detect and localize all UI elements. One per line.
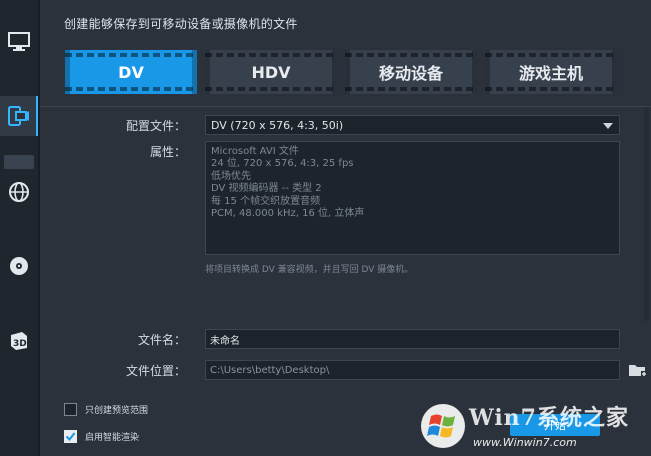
property-line: 低场优先 bbox=[211, 170, 251, 182]
option-label: 启用智能渲染 bbox=[85, 433, 140, 443]
property-line: DV 视频编码器 -- 类型 2 bbox=[211, 183, 322, 195]
rail-item-device[interactable] bbox=[0, 96, 38, 136]
settings-area: 配置文件： DV (720 x 576, 4:3, 50i) 属性： Micro… bbox=[40, 106, 651, 321]
tab-label: DV bbox=[118, 62, 144, 82]
property-line: 24 位, 720 x 576, 4:3, 25 fps bbox=[211, 158, 354, 170]
profile-select[interactable]: DV (720 x 576, 4:3, 50i) bbox=[205, 115, 620, 135]
profile-description: 将项目转换成 DV 兼容视频，并且写回 DV 摄像机。 bbox=[205, 265, 414, 275]
tab-label: 移动设备 bbox=[378, 64, 443, 83]
watermark: Win7系统之家 www.Winwin7.com bbox=[417, 396, 651, 456]
property-line: 每 15 个帧交织放置音频 bbox=[211, 195, 321, 207]
film-strip bbox=[205, 87, 337, 91]
rail-item-web[interactable] bbox=[0, 172, 38, 212]
profile-label: 配置文件： bbox=[125, 119, 186, 133]
checkbox-smart-render[interactable] bbox=[64, 430, 77, 443]
file-name-input[interactable]: 未命名 bbox=[205, 329, 620, 349]
film-edge bbox=[345, 50, 350, 94]
disc-icon bbox=[10, 257, 28, 275]
property-line: PCM, 48.000 kHz, 16 位, 立体声 bbox=[211, 208, 365, 220]
profile-select-value: DV (720 x 576, 4:3, 50i) bbox=[211, 118, 344, 132]
computer-icon bbox=[8, 32, 30, 51]
tab-mobile-device[interactable]: 移动设备 bbox=[345, 50, 477, 94]
option-preview-range[interactable]: 只创建预览范围 bbox=[64, 403, 148, 416]
file-location-input[interactable]: C:\Users\betty\Desktop\ bbox=[205, 360, 620, 380]
3d-icon: 3D bbox=[11, 332, 27, 350]
properties-label: 属性： bbox=[149, 145, 186, 159]
film-edge bbox=[485, 50, 490, 94]
chevron-down-icon bbox=[603, 123, 613, 129]
film-strip bbox=[485, 87, 617, 91]
globe-icon bbox=[9, 182, 29, 202]
film-strip bbox=[205, 53, 337, 57]
rail-item-disc[interactable] bbox=[0, 246, 38, 286]
file-location-label: 文件位置： bbox=[125, 364, 186, 378]
tab-label: HDV bbox=[251, 62, 291, 82]
format-tabs: DV HDV 移动设备 游戏主机 bbox=[65, 50, 617, 94]
option-smart-render[interactable]: 启用智能渲染 bbox=[64, 430, 139, 443]
property-line: Microsoft AVI 文件 bbox=[211, 146, 299, 157]
file-name-label: 文件名： bbox=[137, 333, 186, 347]
film-edge bbox=[65, 50, 70, 94]
film-strip bbox=[65, 87, 197, 91]
film-edge bbox=[192, 50, 197, 94]
page-title: 创建能够保存到可移动设备或摄像机的文件 bbox=[64, 17, 298, 31]
film-strip bbox=[345, 87, 477, 91]
folder-icon bbox=[629, 365, 647, 377]
film-edge bbox=[205, 50, 210, 94]
rail-tooltip-stub bbox=[4, 155, 34, 169]
camera-device-icon bbox=[8, 106, 29, 126]
3d-icon-label: 3D bbox=[13, 339, 27, 349]
watermark-text: Win7系统之家 bbox=[469, 405, 629, 431]
watermark-url: www.Winwin7.com bbox=[473, 436, 577, 449]
film-strip bbox=[65, 53, 197, 57]
main-panel: 创建能够保存到可移动设备或摄像机的文件 DV HDV 移动设备 游戏主机 配置文… bbox=[40, 0, 651, 456]
film-edge bbox=[332, 50, 337, 94]
properties-box: Microsoft AVI 文件 24 位, 720 x 576, 4:3, 2… bbox=[205, 141, 620, 255]
film-strip bbox=[345, 53, 477, 57]
tab-hdv[interactable]: HDV bbox=[205, 50, 337, 94]
rail-item-3d[interactable]: 3D bbox=[0, 320, 38, 360]
checkbox-preview-range[interactable] bbox=[64, 403, 77, 416]
tab-label: 游戏主机 bbox=[518, 64, 583, 83]
scrollbar[interactable] bbox=[644, 107, 649, 321]
browse-folder-button[interactable] bbox=[628, 361, 648, 379]
film-strip bbox=[485, 53, 617, 57]
tab-game-console[interactable]: 游戏主机 bbox=[485, 50, 617, 94]
film-edge bbox=[472, 50, 477, 94]
tab-dv[interactable]: DV bbox=[65, 50, 197, 94]
film-edge bbox=[612, 50, 617, 94]
rail-item-computer[interactable] bbox=[0, 22, 38, 62]
checkmark-icon bbox=[65, 432, 76, 442]
left-rail: 3D bbox=[0, 0, 38, 456]
option-label: 只创建预览范围 bbox=[85, 406, 149, 416]
windows-logo-icon bbox=[421, 404, 465, 448]
